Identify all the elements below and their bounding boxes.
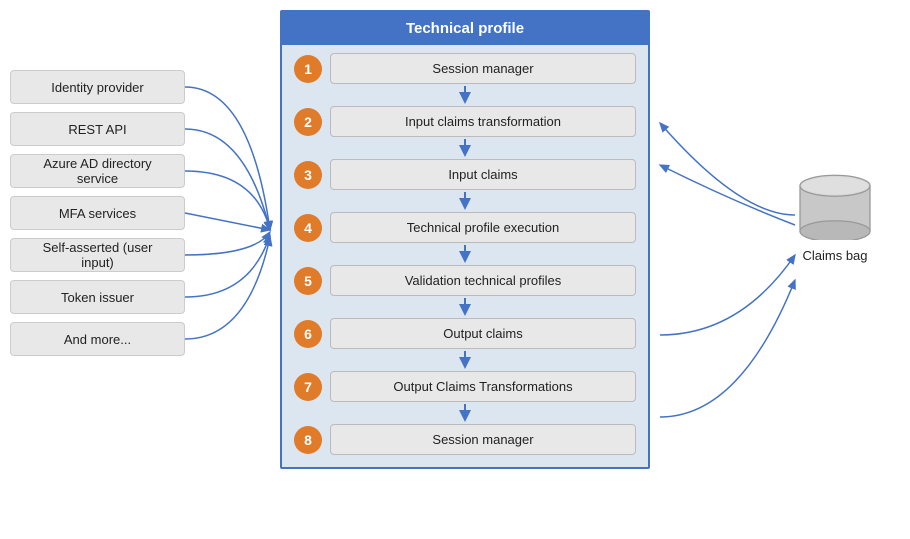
step-box-4: Technical profile execution bbox=[330, 212, 636, 243]
step-row-3: 3 Input claims bbox=[294, 159, 636, 190]
step-box-3: Input claims bbox=[330, 159, 636, 190]
step-row-5: 5 Validation technical profiles bbox=[294, 265, 636, 296]
claims-bag: Claims bag bbox=[790, 170, 880, 263]
step-box-1: Session manager bbox=[330, 53, 636, 84]
left-box-and-more: And more... bbox=[10, 322, 185, 356]
claims-bag-label: Claims bag bbox=[802, 248, 867, 263]
arrow-2-3 bbox=[294, 137, 636, 159]
arrow-1-2 bbox=[294, 84, 636, 106]
step-row-4: 4 Technical profile execution bbox=[294, 212, 636, 243]
step-box-2: Input claims transformation bbox=[330, 106, 636, 137]
step-num-2: 2 bbox=[294, 108, 322, 136]
technical-profile-panel: Technical profile 1 Session manager 2 In… bbox=[280, 10, 650, 469]
step-box-6: Output claims bbox=[330, 318, 636, 349]
arrow-4-5 bbox=[294, 243, 636, 265]
step-num-8: 8 bbox=[294, 426, 322, 454]
step-box-5: Validation technical profiles bbox=[330, 265, 636, 296]
step-num-3: 3 bbox=[294, 161, 322, 189]
left-boxes-container: Identity provider REST API Azure AD dire… bbox=[10, 70, 185, 356]
left-box-self-asserted: Self-asserted (user input) bbox=[10, 238, 185, 272]
left-box-rest-api: REST API bbox=[10, 112, 185, 146]
arrow-3-4 bbox=[294, 190, 636, 212]
step-row-2: 2 Input claims transformation bbox=[294, 106, 636, 137]
cylinder-icon bbox=[790, 170, 880, 240]
left-box-mfa-services: MFA services bbox=[10, 196, 185, 230]
step-num-4: 4 bbox=[294, 214, 322, 242]
step-num-6: 6 bbox=[294, 320, 322, 348]
step-row-8: 8 Session manager bbox=[294, 424, 636, 455]
tp-header: Technical profile bbox=[282, 12, 648, 45]
arrow-6-7 bbox=[294, 349, 636, 371]
left-box-azure-ad: Azure AD directory service bbox=[10, 154, 185, 188]
step-row-7: 7 Output Claims Transformations bbox=[294, 371, 636, 402]
tp-body: 1 Session manager 2 Input claims transfo… bbox=[282, 45, 648, 467]
step-num-7: 7 bbox=[294, 373, 322, 401]
step-num-1: 1 bbox=[294, 55, 322, 83]
left-box-identity-provider: Identity provider bbox=[10, 70, 185, 104]
diagram: Identity provider REST API Azure AD dire… bbox=[0, 0, 910, 539]
step-box-8: Session manager bbox=[330, 424, 636, 455]
arrow-7-8 bbox=[294, 402, 636, 424]
step-box-7: Output Claims Transformations bbox=[330, 371, 636, 402]
left-box-token-issuer: Token issuer bbox=[10, 280, 185, 314]
arrow-5-6 bbox=[294, 296, 636, 318]
step-row-6: 6 Output claims bbox=[294, 318, 636, 349]
step-num-5: 5 bbox=[294, 267, 322, 295]
step-row-1: 1 Session manager bbox=[294, 53, 636, 84]
